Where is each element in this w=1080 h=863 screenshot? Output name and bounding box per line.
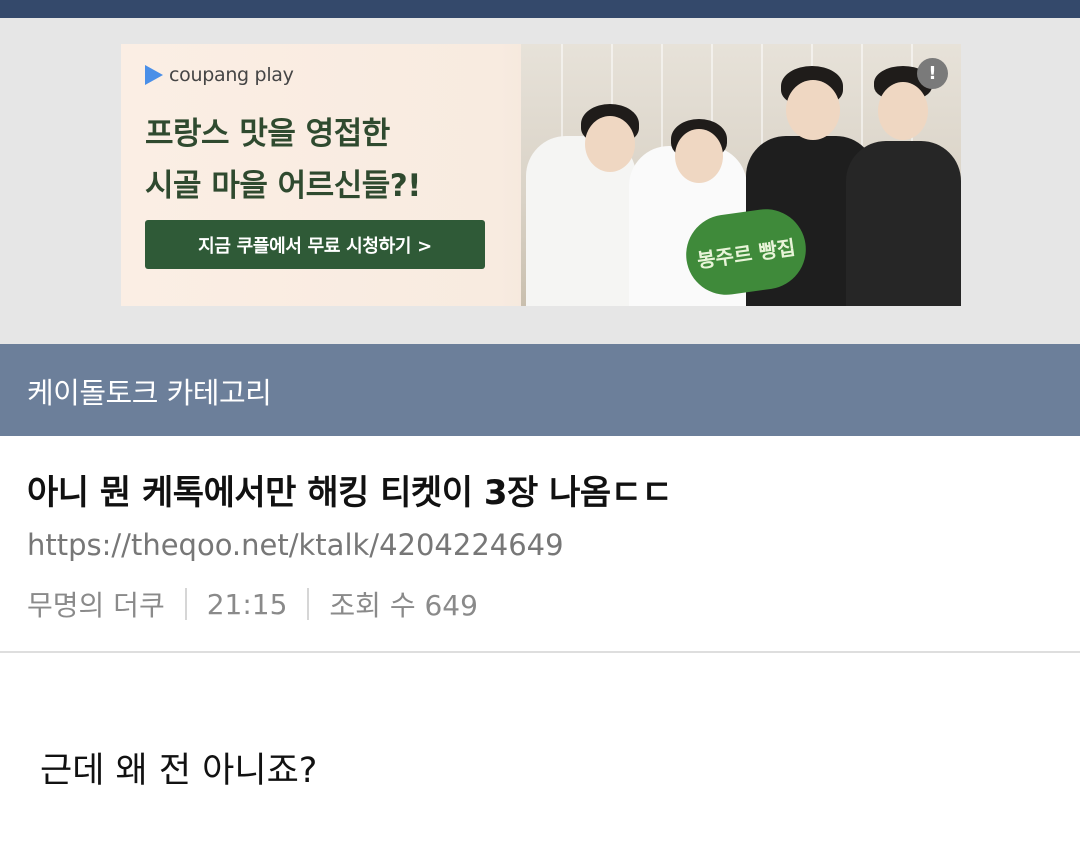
- ad-headline: 프랑스 맛을 영접한 시골 마을 어르신들?!: [145, 108, 421, 212]
- ad-info-icon[interactable]: !: [917, 58, 948, 89]
- post-meta: 무명의 더쿠 21:15 조회 수 649: [27, 584, 478, 624]
- post-views: 조회 수 649: [329, 589, 478, 622]
- ad-banner[interactable]: 봉주르 빵집 coupang play 프랑스 맛을 영접한 시골 마을 어르신…: [121, 44, 961, 306]
- ad-cta-button[interactable]: 지금 쿠플에서 무료 시청하기 >: [145, 220, 485, 269]
- post-title: 아니 뭔 케톡에서만 해킹 티켓이 3장 나옴ㄷㄷ: [27, 473, 673, 513]
- ad-brand: coupang play: [169, 64, 294, 86]
- ad-area: 봉주르 빵집 coupang play 프랑스 맛을 영접한 시골 마을 어르신…: [0, 18, 1080, 344]
- ad-person-4: [846, 66, 961, 306]
- post-url-link[interactable]: https://theqoo.net/ktalk/4204224649: [27, 528, 564, 562]
- play-icon: [145, 65, 163, 85]
- meta-divider: [307, 588, 310, 620]
- ad-headline-line-2: 시골 마을 어르신들?!: [145, 168, 421, 204]
- post-body: 근데 왜 전 아니죠?: [40, 751, 318, 791]
- post-author: 무명의 더쿠: [27, 589, 165, 622]
- meta-divider: [184, 588, 187, 620]
- category-title: 케이돌토크 카테고리: [27, 376, 272, 410]
- category-bar[interactable]: 케이돌토크 카테고리: [0, 344, 1080, 436]
- content-divider: [0, 651, 1080, 653]
- top-bar: [0, 0, 1080, 18]
- coupang-play-logo: coupang play: [145, 64, 294, 86]
- post-time: 21:15: [206, 587, 288, 621]
- ad-headline-line-1: 프랑스 맛을 영접한: [145, 116, 390, 152]
